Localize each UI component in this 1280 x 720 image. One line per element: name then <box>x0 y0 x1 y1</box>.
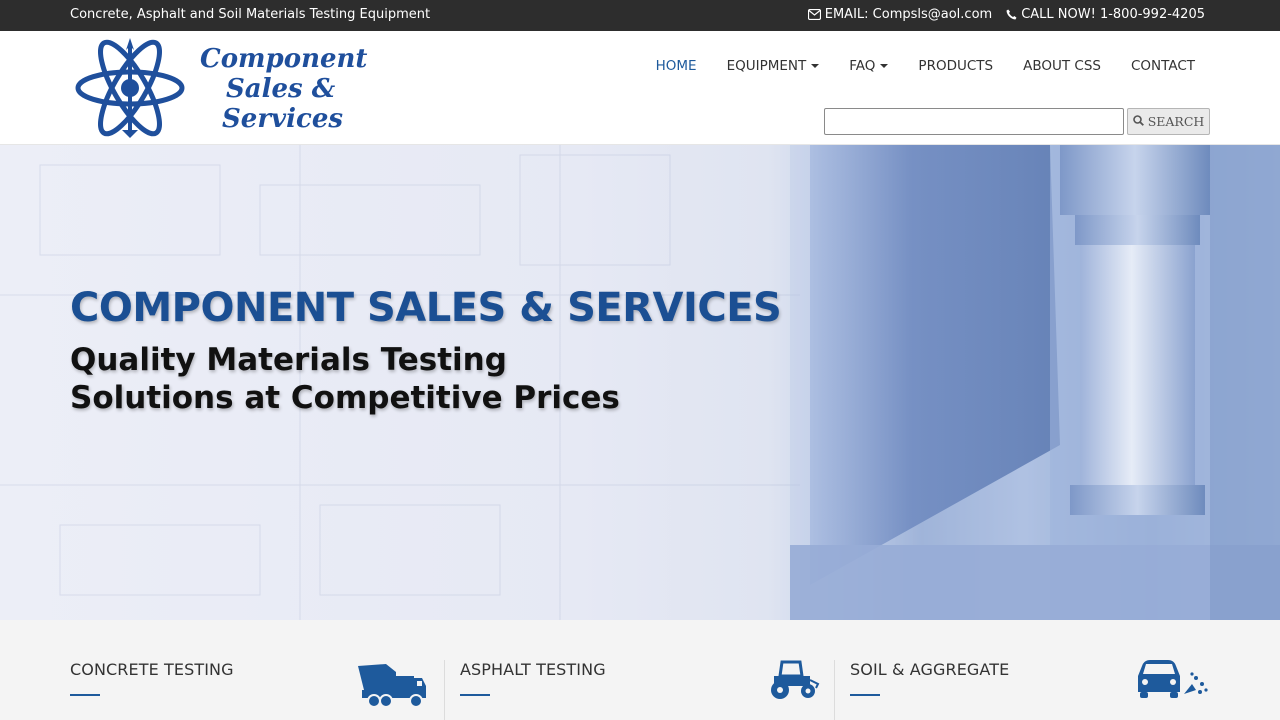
category-strip: CONCRETE TESTING ASPHALT TESTING SOIL & <box>0 620 1280 720</box>
nav-contact-label: CONTACT <box>1130 58 1195 74</box>
phone-text: CALL NOW! 1-800-992-4205 <box>1021 7 1205 22</box>
category-underline <box>460 694 490 696</box>
category-asphalt-title: ASPHALT TESTING <box>460 660 606 679</box>
logo-line-1: Component <box>200 44 368 74</box>
hero-subtitle-line-2: Solutions at Competitive Prices <box>70 380 620 416</box>
logo-wordmark: Component Sales & Services <box>200 44 367 134</box>
search-button-label: SEARCH <box>1147 114 1205 129</box>
nav-home[interactable]: HOME <box>641 58 712 74</box>
top-bar: Concrete, Asphalt and Soil Materials Tes… <box>0 0 1280 31</box>
email-text: EMAIL: Compsls@aol.com <box>824 7 993 22</box>
atom-logo-icon <box>75 38 185 138</box>
search-button[interactable]: SEARCH <box>1127 108 1210 135</box>
email-link[interactable]: EMAIL: Compsls@aol.com <box>807 7 993 22</box>
logo-line-2: Sales & <box>226 74 336 104</box>
nav-products-label: PRODUCTS <box>918 58 994 74</box>
nav-home-label: HOME <box>655 58 697 74</box>
category-divider <box>444 660 445 720</box>
phone-link[interactable]: CALL NOW! 1-800-992-4205 <box>1006 7 1205 22</box>
category-soil[interactable]: SOIL & AGGREGATE <box>850 660 1210 720</box>
nav-equipment[interactable]: EQUIPMENT <box>712 58 835 74</box>
road-roller-icon <box>771 660 820 699</box>
logo-line-3: Services <box>222 104 344 134</box>
site-logo[interactable]: Component Sales & Services <box>72 36 372 140</box>
phone-icon <box>1006 9 1017 20</box>
testing-machine-image <box>790 145 1280 620</box>
search-input[interactable] <box>824 108 1124 135</box>
nav-equipment-label: EQUIPMENT <box>726 58 807 74</box>
hero-subtitle: Quality Materials Testing Solutions at C… <box>70 341 620 417</box>
nav-faq-label: FAQ <box>849 58 876 74</box>
cement-mixer-truck-icon <box>358 664 426 708</box>
nav-products[interactable]: PRODUCTS <box>903 58 1008 74</box>
hero-subtitle-line-1: Quality Materials Testing <box>70 342 507 378</box>
search-bar: SEARCH <box>824 108 1210 135</box>
hero-banner: COMPONENT SALES & SERVICES Quality Mater… <box>0 145 1280 620</box>
category-concrete[interactable]: CONCRETE TESTING <box>70 660 430 720</box>
caret-down-icon <box>880 64 889 68</box>
search-icon <box>1132 114 1144 129</box>
nav-faq[interactable]: FAQ <box>834 58 903 74</box>
envelope-icon <box>807 9 821 20</box>
nav-contact[interactable]: CONTACT <box>1116 58 1210 74</box>
nav-about[interactable]: ABOUT CSS <box>1008 58 1116 74</box>
caret-down-icon <box>811 64 820 68</box>
category-underline <box>850 694 880 696</box>
category-asphalt[interactable]: ASPHALT TESTING <box>460 660 820 720</box>
category-underline <box>70 694 100 696</box>
site-tagline: Concrete, Asphalt and Soil Materials Tes… <box>70 7 431 22</box>
nav-about-label: ABOUT CSS <box>1023 58 1101 74</box>
car-gravel-icon <box>1138 660 1208 698</box>
site-header: Component Sales & Services HOME EQUIPMEN… <box>0 31 1280 145</box>
hero-title: COMPONENT SALES & SERVICES <box>70 285 782 331</box>
contact-info: EMAIL: Compsls@aol.com CALL NOW! 1-800-9… <box>807 7 1205 22</box>
main-navigation: HOME EQUIPMENT FAQ PRODUCTS ABOUT CSS CO… <box>641 58 1210 74</box>
category-divider <box>834 660 835 720</box>
